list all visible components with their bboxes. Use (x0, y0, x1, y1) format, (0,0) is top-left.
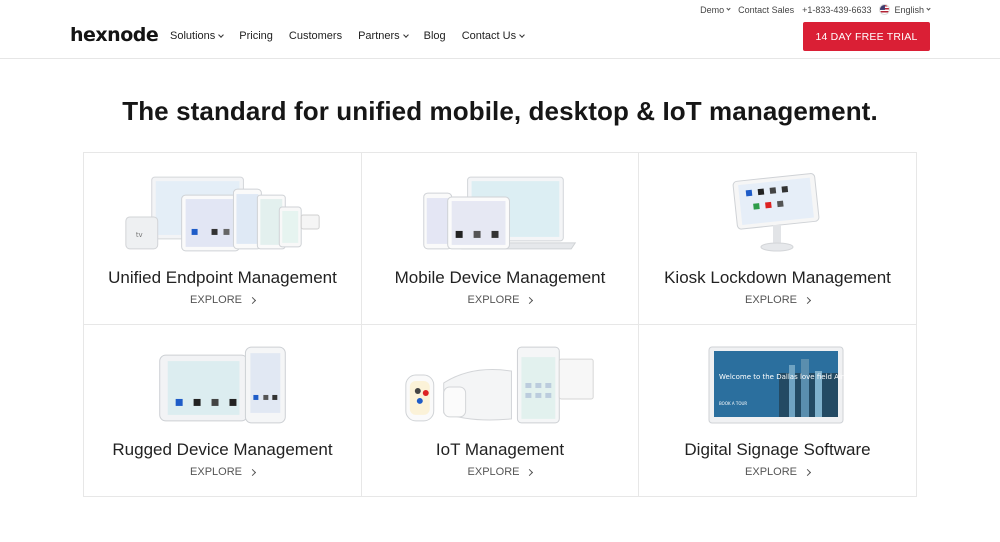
explore-link[interactable]: EXPLORE (84, 466, 361, 478)
card-title: IoT Management (435, 440, 565, 459)
explore-link[interactable]: EXPLORE (639, 466, 916, 478)
explore-link[interactable]: EXPLORE (362, 466, 638, 478)
kiosk-tablet-image (732, 173, 820, 252)
card-kiosk-lockdown-management[interactable]: Kiosk Lockdown Management EXPLORE (639, 153, 916, 325)
signage-text: Welcome to the Dallas love field Airport (719, 373, 858, 381)
nav-partners[interactable]: Partners (358, 30, 409, 42)
site-header: hexnode Solutions Pricing Customers Part… (0, 0, 1000, 59)
nav-pricing[interactable]: Pricing (239, 30, 273, 42)
iot-devices-image (405, 346, 594, 424)
phone-link[interactable]: +1-833-439-6633 (802, 5, 871, 15)
signage-display-image: Welcome to the Dallas love field Airport… (708, 346, 858, 424)
solutions-grid: tv Unified Endpoint Management EXPLORE M… (83, 152, 917, 497)
nav-solutions[interactable]: Solutions (170, 30, 225, 42)
card-title: Digital Signage Software (684, 440, 871, 459)
card-unified-endpoint-management[interactable]: tv Unified Endpoint Management EXPLORE (84, 153, 362, 325)
utility-bar: Demo Contact Sales +1-833-439-6633 Engli… (692, 4, 931, 15)
nav-customers[interactable]: Customers (289, 30, 342, 42)
hexnode-logo[interactable]: hexnode (70, 24, 159, 46)
chevron-right-icon (526, 468, 534, 476)
card-mobile-device-management[interactable]: Mobile Device Management EXPLORE (362, 153, 639, 325)
card-title: Unified Endpoint Management (108, 268, 337, 287)
language-selector[interactable]: English (879, 4, 931, 15)
nav-contact-us[interactable]: Contact Us (462, 30, 525, 42)
devices-ecosystem-image: tv (125, 176, 320, 252)
free-trial-button[interactable]: 14 DAY FREE TRIAL (803, 22, 930, 51)
explore-link[interactable]: EXPLORE (84, 294, 361, 306)
card-rugged-device-management[interactable]: Rugged Device Management EXPLORE (84, 325, 362, 496)
chevron-right-icon (803, 468, 812, 476)
card-digital-signage-software[interactable]: Welcome to the Dallas love field Airport… (639, 325, 916, 496)
card-iot-management[interactable]: IoT Management EXPLORE (362, 325, 639, 496)
chevron-right-icon (248, 468, 257, 476)
chevron-down-icon (726, 6, 731, 11)
signage-small-text: BOOK A TOUR (719, 401, 747, 406)
card-title: Mobile Device Management (394, 268, 606, 287)
us-flag-icon (879, 4, 891, 15)
page-title: The standard for unified mobile, desktop… (122, 96, 878, 126)
chevron-down-icon (926, 6, 931, 11)
demo-link[interactable]: Demo (700, 5, 731, 15)
contact-sales-link[interactable]: Contact Sales (738, 5, 794, 15)
chevron-down-icon (218, 31, 225, 38)
rugged-devices-image (159, 346, 286, 424)
chevron-down-icon (402, 31, 409, 38)
chevron-down-icon (519, 31, 525, 38)
chevron-right-icon (526, 296, 534, 304)
nav-blog[interactable]: Blog (424, 30, 446, 42)
main-nav: Solutions Pricing Customers Partners Blo… (170, 30, 540, 42)
card-title: Rugged Device Management (112, 440, 333, 459)
svg-text:tv: tv (136, 231, 143, 239)
explore-link[interactable]: EXPLORE (639, 294, 916, 306)
explore-link[interactable]: EXPLORE (362, 294, 638, 306)
chevron-right-icon (248, 296, 257, 304)
tablet-laptop-image (423, 176, 577, 250)
chevron-right-icon (803, 296, 812, 304)
card-title: Kiosk Lockdown Management (664, 268, 891, 287)
